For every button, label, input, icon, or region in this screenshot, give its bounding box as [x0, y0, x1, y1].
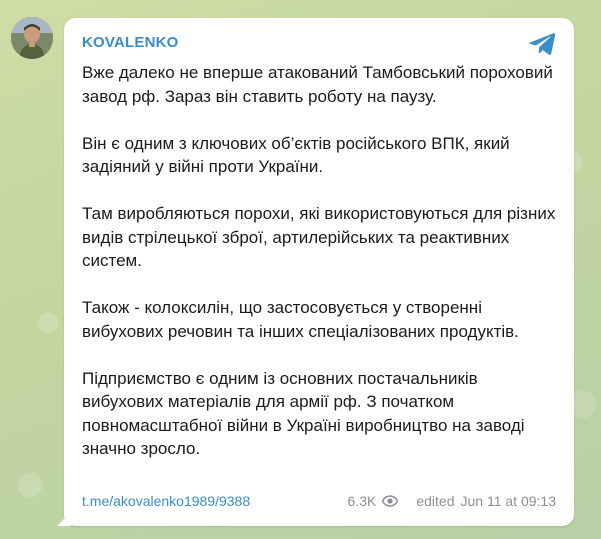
eye-icon	[382, 495, 399, 507]
message-paragraph: Підприємство є одним із основних постача…	[82, 368, 525, 459]
message-paragraph: Також - колоксилін, що застосовується у …	[82, 298, 519, 341]
message-paragraph: Там виробляються порохи, які використову…	[82, 204, 556, 270]
share-button[interactable]	[528, 32, 556, 56]
post-meta: 6.3K edited Jun 11 at 09:13	[348, 493, 556, 509]
view-count: 6.3K	[347, 493, 377, 509]
channel-name[interactable]: KOVALENKO	[82, 34, 179, 51]
telegram-plane-icon	[528, 33, 556, 55]
message-paragraph: Він є одним з ключових об’єктів російськ…	[82, 133, 510, 177]
post-timestamp: Jun 11 at 09:13	[460, 493, 556, 509]
post-link[interactable]: t.me/akovalenko1989/9388	[82, 493, 250, 509]
channel-avatar[interactable]	[11, 17, 53, 59]
message-paragraph: Вже далеко не вперше атакований Тамбовсь…	[82, 63, 553, 106]
edited-label: edited	[416, 493, 455, 509]
channel-post-bubble: KOVALENKO Вже далеко не вперше атаковани…	[64, 18, 574, 526]
avatar-image	[11, 17, 53, 59]
post-footer: t.me/akovalenko1989/9388 6.3K edited Jun…	[82, 493, 556, 511]
message-text: Вже далеко не вперше атакований Тамбовсь…	[82, 61, 562, 461]
